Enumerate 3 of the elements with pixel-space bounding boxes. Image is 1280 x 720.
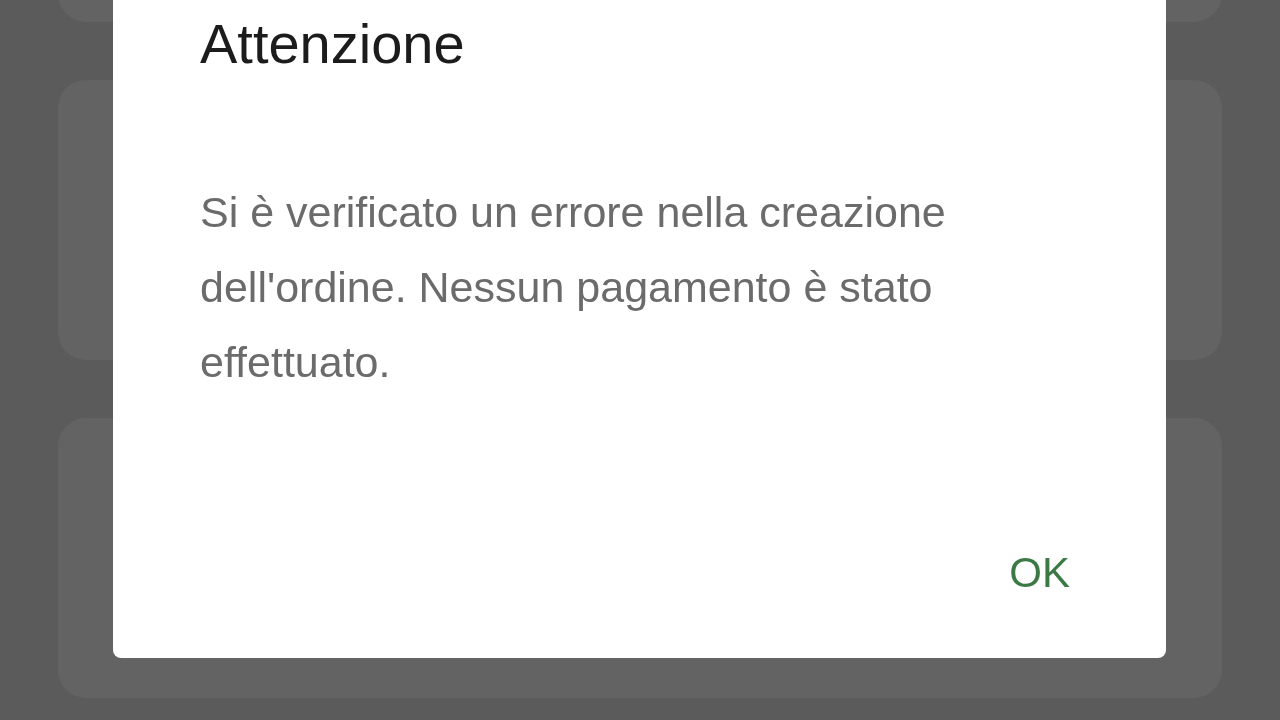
dialog-button[interactable]: OK: [1009, 549, 1070, 596]
dialog-title: Attenzione: [200, 11, 465, 77]
dialog-message: Si è verificato un errore nella creazione dell'ordine. Nessun pagamento è stato effettuato.: [200, 187, 947, 389]
